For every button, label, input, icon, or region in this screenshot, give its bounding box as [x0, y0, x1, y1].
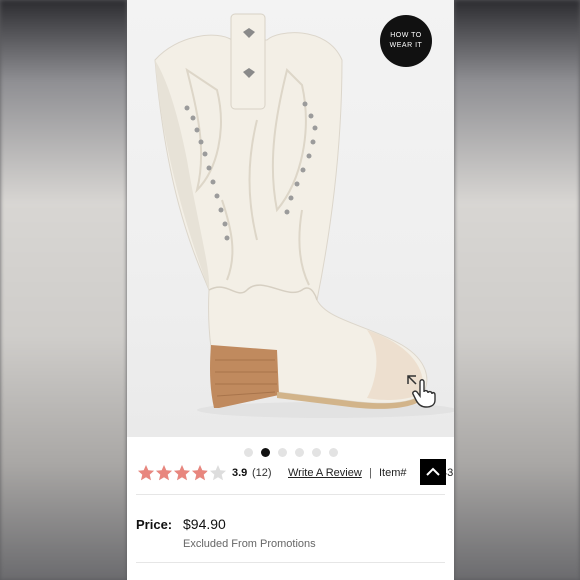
- star-icon: [210, 465, 226, 481]
- price-value: $94.90: [183, 516, 226, 532]
- carousel-dots: [127, 447, 454, 459]
- write-review-link[interactable]: Write A Review: [288, 467, 362, 479]
- star-icon: [138, 465, 154, 481]
- zoom-hand-icon[interactable]: [404, 372, 440, 408]
- product-page: HOW TO WEAR IT 3.9 (12) Write A Review |…: [127, 0, 454, 580]
- carousel-dot[interactable]: [277, 448, 287, 457]
- promo-note: Excluded From Promotions: [183, 538, 316, 550]
- back-to-top-button[interactable]: [420, 459, 446, 485]
- carousel-dot[interactable]: [328, 448, 338, 457]
- arrow-up-icon: [426, 467, 440, 476]
- item-label: Item#: [379, 467, 407, 479]
- divider: [136, 562, 445, 563]
- background-right: [454, 0, 580, 580]
- divider: [136, 494, 445, 495]
- carousel-dot[interactable]: [294, 448, 304, 457]
- how-to-line2: WEAR IT: [389, 42, 423, 49]
- separator: |: [369, 467, 372, 479]
- star-icon: [156, 465, 172, 481]
- price-label: Price:: [136, 517, 173, 532]
- rating-value: 3.9: [232, 467, 248, 479]
- how-to-line1: HOW TO: [390, 32, 422, 39]
- background-left: [0, 0, 127, 580]
- carousel-dot[interactable]: [243, 448, 253, 457]
- carousel-dot[interactable]: [260, 448, 270, 457]
- carousel-dot[interactable]: [311, 448, 321, 457]
- rating-count[interactable]: (12): [252, 467, 272, 479]
- product-image[interactable]: HOW TO WEAR IT: [127, 0, 454, 437]
- star-icon: [174, 465, 190, 481]
- rating-row: 3.9 (12) Write A Review | Item# 431: [137, 464, 454, 484]
- how-to-wear-it-button[interactable]: HOW TO WEAR IT: [380, 15, 432, 67]
- star-icon: [192, 465, 208, 481]
